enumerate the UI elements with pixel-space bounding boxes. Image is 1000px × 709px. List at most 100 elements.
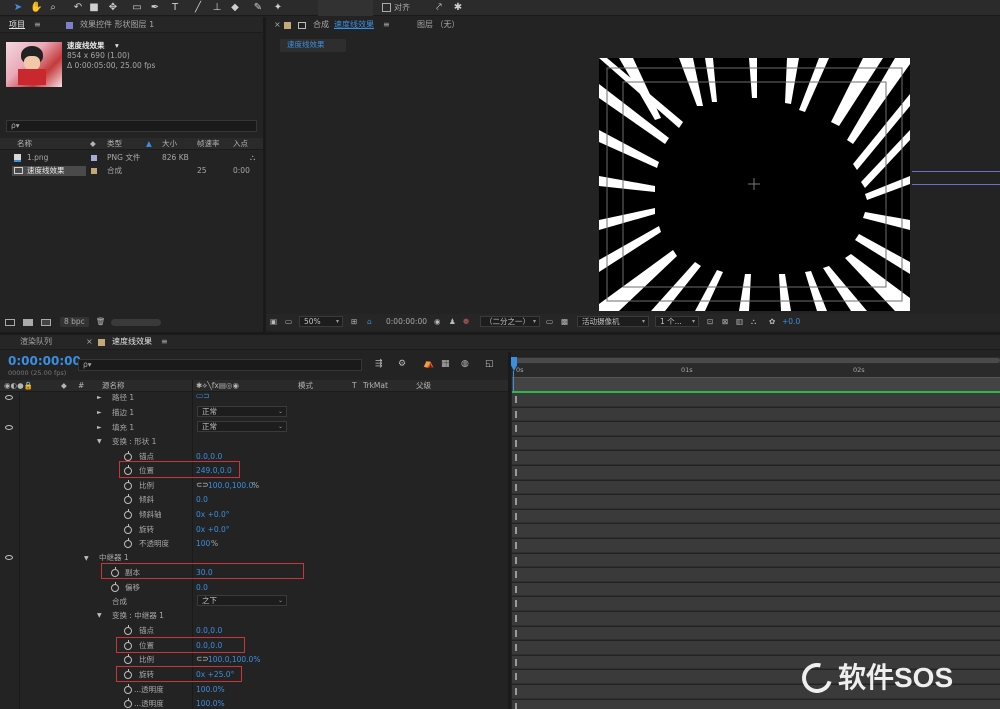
frame-blending-icon[interactable]: ▦ bbox=[441, 359, 450, 369]
stopwatch-icon[interactable] bbox=[124, 669, 132, 679]
keyframe-marker[interactable] bbox=[515, 600, 517, 608]
property-track-row[interactable] bbox=[512, 641, 1000, 655]
mask-visibility-icon[interactable]: ⌂ bbox=[367, 317, 372, 327]
prop-transform-repeater[interactable]: 变换 : 中继器 1 bbox=[112, 611, 164, 621]
comp-lock-icon[interactable] bbox=[298, 22, 306, 29]
comp-viewer[interactable] bbox=[266, 57, 1000, 312]
timeline-menu-icon[interactable]: ≡ bbox=[161, 337, 168, 347]
comp-mini-flowchart-icon[interactable]: ▥ bbox=[736, 317, 743, 327]
pan-behind-icon[interactable]: ✥ bbox=[107, 2, 119, 13]
comp-breadcrumb[interactable]: 速度线效果 bbox=[280, 39, 346, 52]
property-track-row[interactable] bbox=[512, 612, 1000, 626]
stopwatch-icon[interactable] bbox=[124, 465, 132, 475]
property-track-row[interactable] bbox=[512, 436, 1000, 451]
tab-comp-name[interactable]: 速度线效果 bbox=[334, 20, 374, 30]
keyframe-marker[interactable] bbox=[515, 498, 517, 506]
tab-project[interactable]: 项目 bbox=[9, 20, 25, 30]
col-source-name[interactable]: 源名称 bbox=[102, 381, 125, 391]
sort-up-icon[interactable]: ▲ bbox=[146, 139, 152, 149]
constrain-link-icon[interactable]: ⊂⊃ bbox=[196, 480, 209, 490]
tab-effects-controls[interactable]: 效果控件 形状图层 1 bbox=[80, 20, 154, 30]
eye-icon[interactable] bbox=[5, 555, 13, 560]
keyframe-marker[interactable] bbox=[515, 410, 517, 418]
av-features-icon[interactable]: ◉◐●🔒 bbox=[4, 381, 33, 391]
stopwatch-icon[interactable] bbox=[124, 625, 132, 635]
stopwatch-icon[interactable] bbox=[124, 640, 132, 650]
trash-icon[interactable]: 🗑 bbox=[96, 317, 106, 327]
property-track-row[interactable] bbox=[512, 422, 1000, 436]
puppet-icon[interactable]: ✦ bbox=[272, 2, 284, 13]
tab-comp[interactable]: 合成 bbox=[313, 20, 329, 30]
grid-icon[interactable]: ⊞ bbox=[351, 317, 357, 327]
col-fps[interactable]: 帧速率 bbox=[197, 139, 220, 149]
bpc-button[interactable]: 8 bpc bbox=[60, 317, 89, 327]
property-track-row[interactable] bbox=[512, 553, 1000, 568]
tab-timeline-comp[interactable]: 速度线效果 bbox=[112, 337, 152, 347]
eye-icon[interactable] bbox=[5, 395, 13, 400]
col-hash[interactable]: # bbox=[78, 381, 84, 391]
prop-repeater[interactable]: 中继器 1 bbox=[99, 553, 129, 563]
col-trkmat[interactable]: TrkMat bbox=[363, 381, 388, 391]
menu-icon[interactable]: ≡ bbox=[34, 20, 41, 30]
property-track-row[interactable] bbox=[512, 393, 1000, 407]
keyframe-marker[interactable] bbox=[515, 483, 517, 491]
composite-select[interactable]: 之下 ⌄ bbox=[197, 595, 287, 606]
prop-path[interactable]: 路径 1 bbox=[112, 393, 134, 403]
close-icon[interactable]: × bbox=[274, 20, 281, 30]
new-comp-icon[interactable] bbox=[41, 319, 51, 326]
color-channel-icon[interactable]: ❁ bbox=[463, 317, 469, 327]
opacity-value[interactable]: 100 bbox=[196, 539, 210, 549]
r-rotation-value[interactable]: 0x +25.0° bbox=[196, 670, 234, 680]
property-track-row[interactable] bbox=[512, 451, 1000, 465]
transparency-grid-icon[interactable]: ▩ bbox=[561, 317, 568, 327]
keyframe-marker[interactable] bbox=[515, 439, 517, 447]
graph-editor-icon[interactable]: ◱ bbox=[485, 359, 494, 369]
property-track-row[interactable] bbox=[512, 466, 1000, 480]
end-opacity-value[interactable]: 100.0% bbox=[196, 699, 225, 709]
project-item-png[interactable]: 1.png PNG 文件 826 KB ⛬ bbox=[0, 152, 263, 164]
work-area-range[interactable] bbox=[512, 358, 1000, 363]
property-track-row[interactable] bbox=[512, 597, 1000, 611]
expand-arrow-icon[interactable]: ► bbox=[97, 394, 102, 402]
tab-render-queue[interactable]: 渲染队列 bbox=[20, 337, 52, 347]
text-icon[interactable]: T bbox=[169, 2, 181, 13]
motion-blur-icon[interactable]: ◍ bbox=[461, 359, 469, 369]
keyframe-marker[interactable] bbox=[515, 571, 517, 579]
label-col-icon[interactable]: ◆ bbox=[61, 381, 67, 391]
keyframe-marker[interactable] bbox=[515, 454, 517, 462]
monitor-icon[interactable]: ▭ bbox=[285, 317, 292, 327]
keyframe-marker[interactable] bbox=[515, 673, 517, 681]
zoom-icon[interactable]: ⌕ bbox=[47, 2, 59, 13]
views-select[interactable]: 1 个... ▾ bbox=[655, 316, 699, 327]
stopwatch-icon[interactable] bbox=[124, 509, 132, 519]
timeline-split[interactable] bbox=[508, 352, 511, 709]
pen-icon[interactable]: ✒ bbox=[149, 2, 161, 13]
project-search-input[interactable]: ρ▾ bbox=[6, 120, 257, 132]
position-value[interactable]: 249.0,0.0 bbox=[196, 466, 232, 476]
property-track-row[interactable] bbox=[512, 626, 1000, 641]
star-icon[interactable]: ✱ bbox=[452, 2, 464, 13]
rotate-icon[interactable]: ↶ bbox=[72, 2, 84, 13]
stopwatch-icon[interactable] bbox=[124, 494, 132, 504]
keyframe-marker[interactable] bbox=[515, 556, 517, 564]
property-track-row[interactable] bbox=[512, 524, 1000, 538]
keyframe-marker[interactable] bbox=[515, 615, 517, 622]
camera-select[interactable]: 活动摄像机 ▾ bbox=[577, 316, 649, 327]
stopwatch-icon[interactable] bbox=[124, 524, 132, 534]
project-scrollbar[interactable] bbox=[111, 319, 161, 326]
keyframe-marker[interactable] bbox=[515, 585, 517, 593]
keyframe-marker[interactable] bbox=[515, 542, 517, 549]
time-ruler[interactable]: 0s 01s 02s bbox=[512, 364, 1000, 378]
col-name[interactable]: 名称 bbox=[17, 139, 32, 149]
tab-layer[interactable]: 图层 （无） bbox=[417, 20, 460, 30]
stopwatch-icon[interactable] bbox=[124, 698, 132, 708]
col-size[interactable]: 大小 bbox=[162, 139, 177, 149]
property-track-row[interactable] bbox=[512, 407, 1000, 422]
stopwatch-icon[interactable] bbox=[124, 451, 132, 461]
fast-preview-icon[interactable]: ⊡ bbox=[707, 317, 713, 327]
label-col-icon[interactable]: ◆ bbox=[90, 139, 96, 149]
collapse-arrow-icon[interactable]: ▼ bbox=[97, 438, 102, 446]
toggle-timeline-icon[interactable]: ⊠ bbox=[722, 317, 728, 327]
viewer-timecode[interactable]: 0:00:00:00 bbox=[386, 317, 427, 327]
copies-value[interactable]: 30.0 bbox=[196, 568, 213, 578]
